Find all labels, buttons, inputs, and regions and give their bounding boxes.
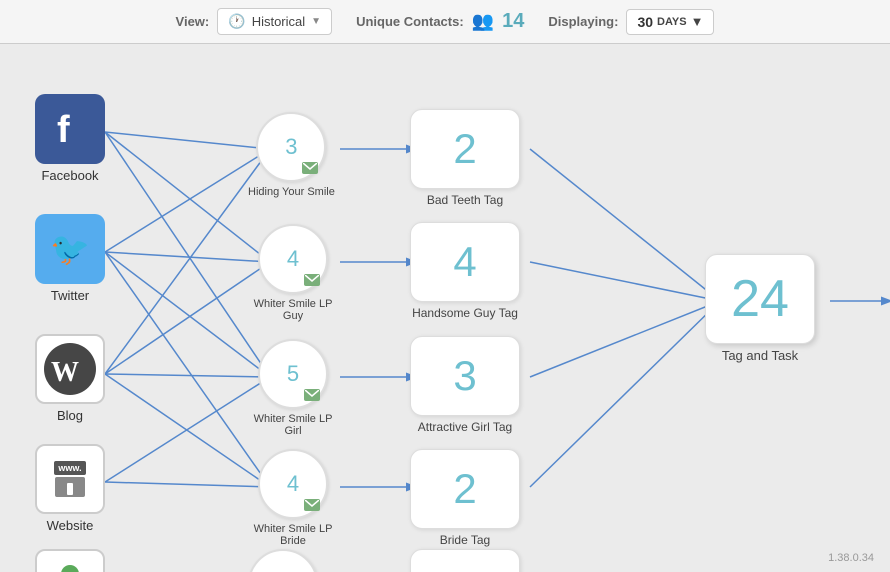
twitter-icon: 🐦 [35,214,105,284]
tag-attractive-girl[interactable]: 3 Attractive Girl Tag [410,336,520,434]
hiding-email-icon [302,162,318,174]
website-icon: www. [35,444,105,514]
source-facebook[interactable]: f Facebook [30,94,110,183]
bad-teeth-box: 2 [410,109,520,189]
website-label: Website [47,518,94,533]
twitter-label: Twitter [51,288,89,303]
displaying-label: Displaying: [548,14,618,29]
unique-contacts-group: Unique Contacts: 👥 14 [356,10,524,33]
last-circle: 0 [248,549,318,572]
bride-count: 2 [453,468,476,510]
contacts-icon: 👥 [472,11,494,32]
facebook-label: Facebook [41,168,98,183]
version-text: 1.38.0.34 [828,552,874,564]
person-icon [35,549,105,572]
unique-contacts-count: 14 [502,10,524,33]
result-count: 24 [731,273,789,325]
whiter-guy-email-icon [304,274,320,286]
tag-bride[interactable]: 2 Bride Tag [410,449,520,547]
handsome-guy-count: 4 [453,241,476,283]
whiter-girl-circle: 5 [258,339,328,409]
hiding-circle: 3 [256,112,326,182]
tag-last[interactable]: 0 [410,549,520,572]
whiter-bride-label: Whiter Smile LP Bride [248,523,338,547]
displaying-days-label: DAYS [657,16,687,28]
flow-canvas: f Facebook 🐦 Twitter W Blog www. [0,44,890,572]
bride-label: Bride Tag [440,533,490,547]
result-label: Tag and Task [722,348,798,363]
mid-whiter-guy[interactable]: 4 Whiter Smile LP Guy [248,224,338,322]
view-label: View: [176,14,210,29]
source-twitter[interactable]: 🐦 Twitter [30,214,110,303]
whiter-guy-count: 4 [287,246,299,272]
view-value: Historical [252,14,305,29]
source-person[interactable] [30,549,110,572]
whiter-bride-circle: 4 [258,449,328,519]
svg-text:W: W [51,357,79,388]
view-dropdown-arrow: ▼ [311,16,321,27]
last-tag-count: 0 [453,568,476,572]
handsome-guy-box: 4 [410,222,520,302]
blog-icon: W [35,334,105,404]
mid-whiter-girl[interactable]: 5 Whiter Smile LP Girl [248,339,338,437]
handsome-guy-label: Handsome Guy Tag [412,306,518,320]
source-website[interactable]: www. Website [30,444,110,533]
mid-whiter-bride[interactable]: 4 Whiter Smile LP Bride [248,449,338,547]
svg-text:🐦: 🐦 [50,231,90,267]
unique-contacts-label: Unique Contacts: [356,14,464,29]
attractive-girl-count: 3 [453,355,476,397]
tag-handsome-guy[interactable]: 4 Handsome Guy Tag [410,222,520,320]
whiter-bride-email-icon [304,499,320,511]
hiding-count: 3 [285,134,297,160]
displaying-dropdown[interactable]: 30 DAYS ▼ [626,9,714,35]
facebook-icon: f [35,94,105,164]
attractive-girl-label: Attractive Girl Tag [418,420,512,434]
view-dropdown[interactable]: 🕐 Historical ▼ [217,8,332,35]
whiter-guy-label: Whiter Smile LP Guy [248,298,338,322]
view-group: View: 🕐 Historical ▼ [176,8,333,35]
result-node[interactable]: 24 Tag and Task [705,254,815,363]
bad-teeth-count: 2 [453,128,476,170]
whiter-guy-circle: 4 [258,224,328,294]
svg-text:f: f [57,109,70,151]
toolbar: View: 🕐 Historical ▼ Unique Contacts: 👥 … [0,0,890,44]
displaying-group: Displaying: 30 DAYS ▼ [548,9,714,35]
whiter-girl-count: 5 [287,361,299,387]
displaying-dropdown-arrow: ▼ [691,14,704,29]
bad-teeth-label: Bad Teeth Tag [427,193,503,207]
displaying-days: 30 [637,14,653,30]
last-tag-box: 0 [410,549,520,572]
mid-hiding[interactable]: 3 Hiding Your Smile [248,112,335,198]
blog-label: Blog [57,408,83,423]
whiter-girl-email-icon [304,389,320,401]
whiter-bride-count: 4 [287,471,299,497]
hiding-label: Hiding Your Smile [248,186,335,198]
result-box: 24 [705,254,815,344]
bride-box: 2 [410,449,520,529]
mid-last[interactable]: 0 [248,549,318,572]
source-blog[interactable]: W Blog [30,334,110,423]
attractive-girl-box: 3 [410,336,520,416]
whiter-girl-label: Whiter Smile LP Girl [248,413,338,437]
tag-bad-teeth[interactable]: 2 Bad Teeth Tag [410,109,520,207]
